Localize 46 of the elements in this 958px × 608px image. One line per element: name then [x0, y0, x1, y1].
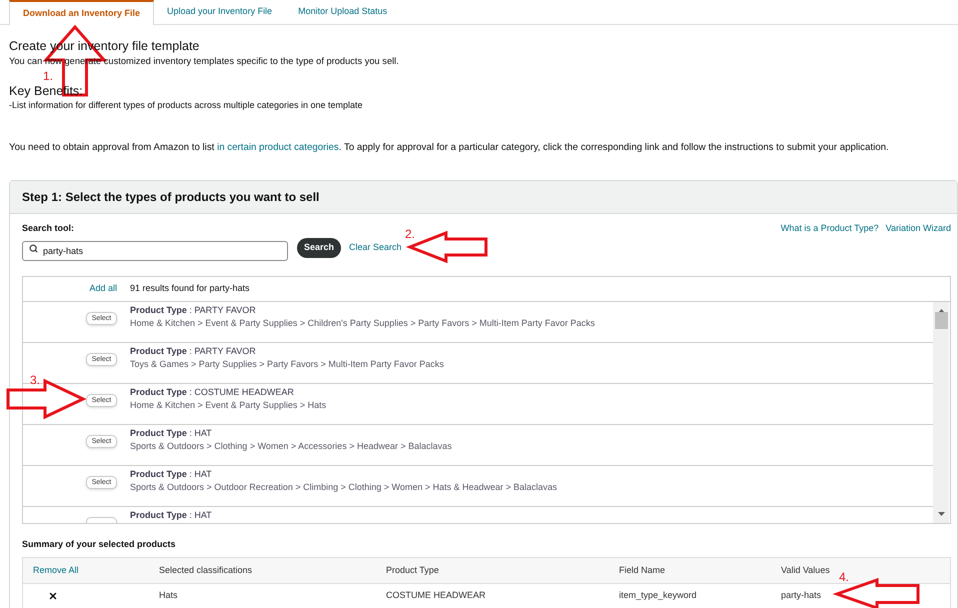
help-link[interactable]: Variation Wizard	[886, 223, 951, 234]
column-header: Selected classifications	[159, 564, 252, 575]
scrollbar-thumb[interactable]	[934, 312, 948, 329]
category-path: Home & Kitchen > Event & Party Supplies > Hats	[130, 399, 326, 411]
tab[interactable]: Download an Inventory File	[9, 0, 154, 25]
summary-title: Summary of your selected products	[22, 539, 176, 550]
search-button[interactable]: Search	[297, 238, 341, 258]
table-cell: COSTUME HEADWEAR	[386, 590, 486, 600]
add-all-link[interactable]: Add all	[89, 282, 117, 296]
annotation-number: 1.	[43, 70, 54, 82]
close-icon	[48, 591, 58, 601]
category-path: Sports & Outdoors > Outdoor Recreation > Climbing > Clothing > Women > Hats & Headwear > Balaclavas	[130, 481, 558, 493]
table-cell: party-hats	[781, 590, 822, 600]
category-path: Toys & Games > Party Supplies > Party Favors > Multi-Item Party Favor Packs	[130, 358, 444, 370]
tab[interactable]: Upload your Inventory File	[154, 0, 286, 24]
product-type-text: Product Type : HAT	[130, 510, 212, 521]
categories-link[interactable]: in certain product categories	[217, 142, 339, 153]
annotation-number: 3.	[30, 374, 40, 386]
product-type-text: Product Type : PARTY FAVOR	[130, 305, 256, 316]
annotation-number: 2.	[405, 228, 416, 240]
tab[interactable]: Monitor Upload Status	[285, 0, 400, 24]
product-type-text: Product Type : HAT	[130, 469, 212, 480]
search-icon	[29, 244, 38, 252]
product-type-text: Product Type : HAT	[130, 428, 212, 439]
annotation-number: 4.	[839, 571, 850, 583]
search-label: Search tool:	[22, 223, 74, 234]
remove-button[interactable]	[48, 591, 58, 601]
table-cell: Hats	[159, 590, 178, 600]
approval-note: You need to obtain approval from Amazon to list in certain product categories. To apply for approval for a particular category, click the corresponding link and follow the instructions to submit your application.	[9, 142, 889, 154]
column-header: Product Type	[386, 564, 439, 575]
help-link[interactable]: What is a Product Type?	[780, 223, 879, 234]
table-cell: item_type_keyword	[619, 590, 697, 600]
results-count: 91 results found for party-hats	[130, 282, 250, 296]
column-header: Field Name	[619, 564, 666, 575]
category-path: Home & Kitchen > Event & Party Supplies > Children's Party Supplies > Party Favors > Multi-Item Party Favor Packs	[130, 317, 595, 329]
benefit-text: -List information for different types of products across multiple categories in one template	[9, 99, 363, 111]
clear-search-link[interactable]: Clear Search	[349, 241, 402, 255]
remove-all-link[interactable]: Remove All	[33, 564, 79, 575]
column-header: Valid Values	[781, 564, 830, 575]
scrollbar[interactable]	[933, 302, 949, 523]
search-field[interactable]: party-hats	[22, 241, 288, 261]
product-type-text: Product Type : COSTUME HEADWEAR	[130, 387, 294, 398]
product-type-text: Product Type : PARTY FAVOR	[130, 346, 256, 357]
scroll-down-icon[interactable]	[938, 512, 944, 516]
step-title: Step 1: Select the types of products you want to sell	[22, 189, 320, 206]
category-path: Sports & Outdoors > Clothing > Women > Accessories > Headwear > Balaclavas	[130, 440, 452, 452]
